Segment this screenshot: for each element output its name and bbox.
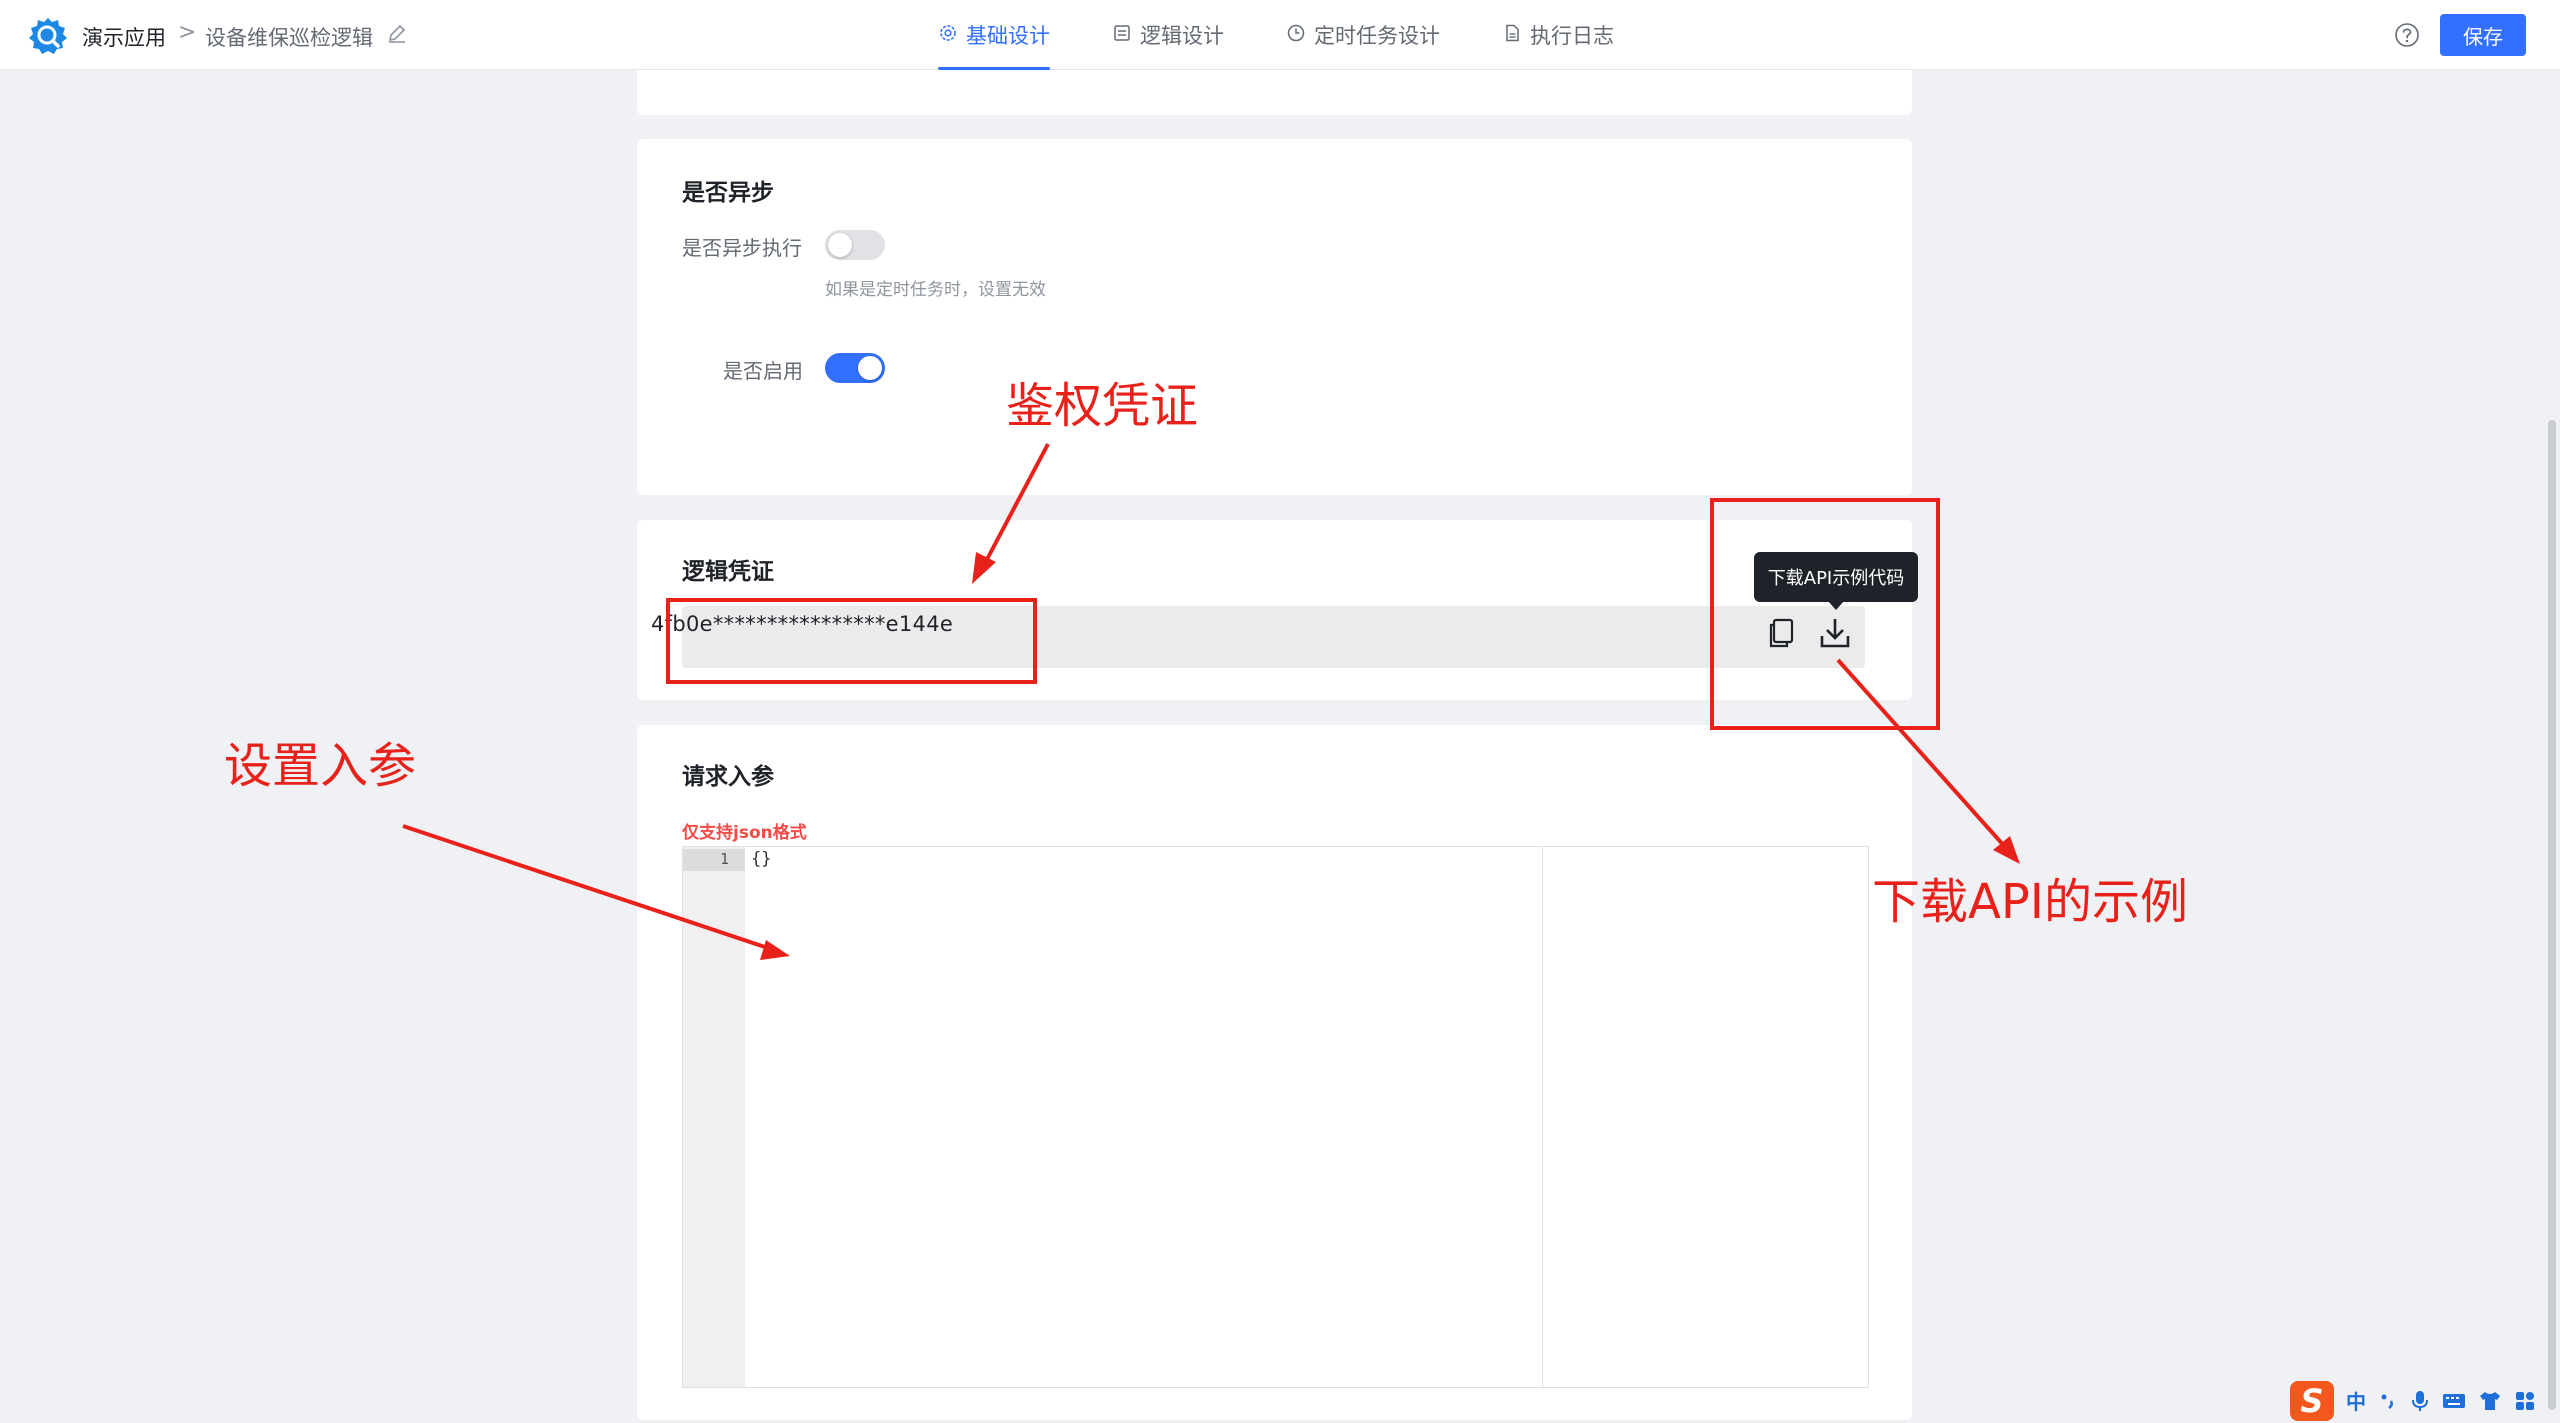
breadcrumb-page: 设备维保巡检逻辑 (205, 26, 373, 50)
shirt-icon[interactable] (2478, 1390, 2502, 1412)
ime-language[interactable]: 中 (2346, 1386, 2366, 1415)
tab-logic-design[interactable]: 逻辑设计 (1112, 20, 1224, 70)
toggle-knob (858, 356, 882, 380)
tab-scheduled-task-design[interactable]: 定时任务设计 (1286, 20, 1440, 70)
gear-icon (940, 25, 956, 41)
help-icon[interactable] (2394, 22, 2420, 48)
annotation-download: 下载API的示例 (1872, 874, 2188, 930)
breadcrumb-app[interactable]: 演示应用 (82, 22, 166, 52)
async-execute-label: 是否异步执行 (682, 236, 802, 260)
tab-label: 定时任务设计 (1314, 24, 1440, 48)
tab-label: 执行日志 (1530, 24, 1614, 48)
clock-icon (1287, 24, 1305, 42)
top-bar: 演示应用 > 设备维保巡检逻辑 基础设计 逻辑设计 定时任务设计 执行日志 保存 (0, 0, 2560, 70)
async-execute-toggle[interactable] (825, 230, 885, 260)
code-line[interactable]: {} (751, 849, 771, 869)
line-number: 1 (719, 850, 729, 868)
keyboard-icon[interactable] (2442, 1391, 2466, 1411)
microphone-icon[interactable] (2410, 1390, 2430, 1412)
edit-icon[interactable] (386, 22, 408, 44)
grid-menu-icon[interactable] (2514, 1390, 2536, 1412)
async-section-card: 是否异步 是否异步执行 如果是定时任务时，设置无效 是否启用 (637, 139, 1912, 495)
arrow-to-download-head (1993, 836, 2020, 864)
async-hint-text: 如果是定时任务时，设置无效 (825, 280, 1046, 300)
previous-section-card (637, 70, 1912, 115)
punctuation-icon[interactable] (2378, 1391, 2398, 1411)
tab-execution-log[interactable]: 执行日志 (1502, 20, 1614, 70)
tab-label: 逻辑设计 (1140, 24, 1224, 48)
json-editor[interactable]: 1 {} (682, 846, 1869, 1388)
async-section-title: 是否异步 (682, 180, 774, 206)
annotation-credential: 鉴权凭证 (1006, 378, 1199, 434)
scrollbar-thumb[interactable] (2548, 420, 2556, 1410)
enable-toggle[interactable] (825, 353, 885, 383)
credential-section-title: 逻辑凭证 (682, 559, 774, 585)
document-icon (1114, 25, 1130, 41)
editor-gutter (683, 847, 745, 1387)
download-highlight-box (1710, 498, 1940, 730)
editor-divider (1542, 847, 1543, 1387)
tab-basic-design[interactable]: 基础设计 (938, 20, 1050, 70)
toggle-knob (828, 233, 852, 257)
params-section-title: 请求入参 (682, 764, 774, 790)
save-button[interactable]: 保存 (2440, 14, 2526, 56)
ime-toolbar: S 中 (2290, 1378, 2560, 1423)
app-logo-icon[interactable] (28, 16, 68, 56)
enable-label: 是否启用 (723, 359, 803, 383)
annotation-params: 设置入参 (224, 738, 417, 794)
credential-highlight-box (666, 598, 1037, 684)
chevron-right-icon: > (178, 20, 197, 45)
ime-logo[interactable]: S (2290, 1380, 2334, 1421)
file-icon (1506, 24, 1519, 42)
tab-label: 基础设计 (966, 24, 1050, 48)
json-format-hint: 仅支持json格式 (682, 823, 807, 843)
